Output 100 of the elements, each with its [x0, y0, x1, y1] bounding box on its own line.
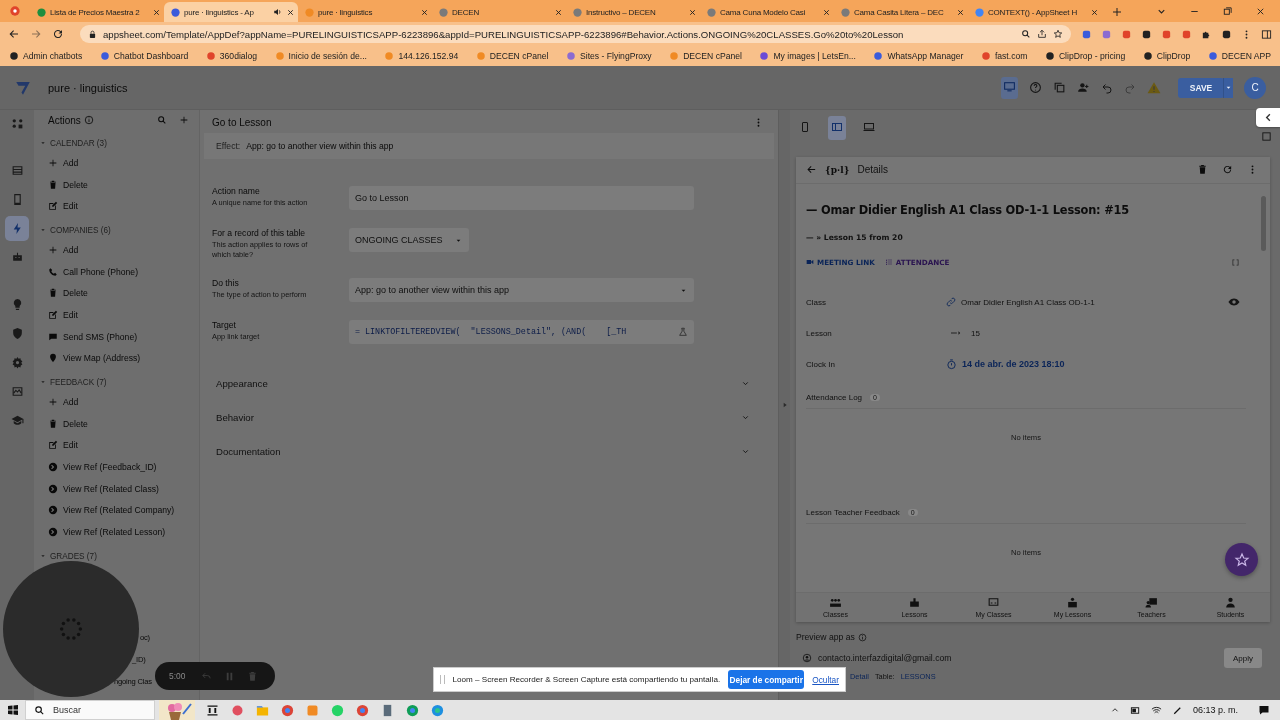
bookmark[interactable]: DECEN cPanel: [664, 47, 747, 65]
screen-icon[interactable]: [1003, 79, 1016, 93]
action-item[interactable]: View Ref (Related Class): [34, 477, 199, 500]
group-header[interactable]: CALENDAR (3): [34, 134, 199, 152]
zoom-icon[interactable]: [1021, 29, 1031, 39]
forward-icon[interactable]: [30, 28, 42, 40]
close-icon[interactable]: [956, 7, 965, 17]
close-icon[interactable]: [554, 7, 563, 17]
search-icon[interactable]: [157, 115, 167, 125]
close-icon[interactable]: [152, 7, 161, 17]
notification-icon[interactable]: [1258, 704, 1270, 716]
browser-tab[interactable]: Cama Cuna Modelo Casi: [700, 2, 834, 22]
drag-handle[interactable]: [440, 675, 445, 684]
section-header[interactable]: Behavior: [214, 400, 764, 434]
bookmark[interactable]: fast.com: [975, 47, 1033, 65]
back-icon[interactable]: [8, 28, 20, 40]
bookmark[interactable]: 144.126.152.94: [379, 47, 464, 65]
stop-sharing-button[interactable]: Dejar de compartir: [728, 670, 805, 689]
bookmark[interactable]: 360dialog: [200, 47, 263, 65]
new-tab-icon[interactable]: [1111, 6, 1123, 18]
expression-field[interactable]: = LINKTOFILTEREDVIEW( "LESSONS_Detail", (AND( [_TH: [349, 320, 694, 344]
action-item[interactable]: Call Phone (Phone): [34, 260, 199, 283]
apply-button[interactable]: Apply: [1224, 648, 1262, 668]
clock[interactable]: 06:13 p. m.: [1192, 705, 1238, 715]
hide-link[interactable]: Ocultar: [812, 674, 839, 685]
sidebar-icon[interactable]: [1261, 28, 1272, 40]
flask-icon[interactable]: [678, 327, 688, 337]
action-item[interactable]: Delete: [34, 173, 199, 196]
avatar[interactable]: C: [1244, 76, 1266, 99]
browser-tab[interactable]: DECEN: [432, 2, 566, 22]
action-item[interactable]: View Ref (Related Lesson): [34, 521, 199, 543]
wifi-icon[interactable]: [1150, 704, 1162, 716]
bookmark[interactable]: WhatsApp Manager: [868, 47, 969, 65]
bookmark[interactable]: ClipDrop - pricing: [1039, 47, 1131, 65]
text-field[interactable]: Go to Lesson: [349, 186, 694, 210]
taskbar-search-field[interactable]: Buscar: [25, 700, 155, 720]
extension-icon[interactable]: [1141, 28, 1152, 40]
help-icon[interactable]: [1029, 81, 1042, 94]
redo-icon[interactable]: [1124, 81, 1136, 94]
section-header[interactable]: Documentation: [214, 434, 764, 468]
browser-tab[interactable]: Instructivo – DECEN: [566, 2, 700, 22]
scrollbar-thumb[interactable]: [1261, 195, 1266, 251]
expand-icon[interactable]: [1231, 257, 1240, 267]
windows-icon[interactable]: [6, 704, 19, 716]
close-icon[interactable]: [688, 7, 697, 17]
action-item[interactable]: Send SMS (Phone): [34, 325, 199, 348]
reload-icon[interactable]: [52, 28, 64, 40]
browser-tab[interactable]: pure · linguistics - Ap: [164, 2, 298, 22]
collapse-button[interactable]: [1256, 108, 1280, 127]
export-icon[interactable]: [1261, 131, 1272, 142]
action-item[interactable]: Delete: [34, 412, 199, 435]
share-user-icon[interactable]: [1077, 81, 1090, 94]
back-icon[interactable]: [806, 164, 817, 176]
browser-tab[interactable]: Cama Casita Litera – DEC: [834, 2, 968, 22]
bookmark[interactable]: My images | LetsEn...: [754, 47, 861, 65]
star-icon[interactable]: [1053, 29, 1063, 39]
copy-icon[interactable]: [1053, 81, 1066, 94]
group-header[interactable]: GRADES (7): [34, 547, 199, 565]
browser-tab[interactable]: Lista de Precios Maestra 2: [30, 2, 164, 22]
action-item[interactable]: Delete: [34, 282, 199, 305]
trash-icon[interactable]: [1197, 164, 1208, 176]
bookmark[interactable]: Sites - FlyingProxy: [561, 47, 657, 65]
nav-item[interactable]: [5, 216, 29, 241]
action-item[interactable]: Add: [34, 391, 199, 413]
bookmark[interactable]: DECEN APP: [1202, 47, 1276, 65]
group-header[interactable]: FEEDBACK (7): [34, 373, 199, 392]
extension-icon[interactable]: [1221, 28, 1232, 40]
close-icon[interactable]: [1090, 7, 1099, 17]
action-dropdown[interactable]: App: go to another view within this app: [349, 278, 694, 302]
save-menu-button[interactable]: [1223, 77, 1233, 98]
action-item[interactable]: View Ref (Feedback_ID): [34, 456, 199, 478]
action-item[interactable]: Edit: [34, 195, 199, 218]
bookmark[interactable]: DECEN cPanel: [470, 47, 554, 65]
action-item[interactable]: View Map (Address): [34, 347, 199, 370]
action-item[interactable]: Add: [34, 152, 199, 174]
bookmark[interactable]: ClipDrop: [1137, 47, 1196, 65]
close-icon[interactable]: [286, 7, 295, 17]
record-icon[interactable]: [8, 4, 22, 18]
share-icon[interactable]: [1037, 29, 1047, 39]
undo-icon[interactable]: [1101, 81, 1113, 94]
bookmark[interactable]: Chatbot Dashboard: [94, 47, 194, 65]
browser-tab[interactable]: CONTEXT() - AppSheet H: [968, 2, 1102, 22]
action-item[interactable]: Edit: [34, 304, 199, 326]
section-header[interactable]: Appearance: [214, 366, 764, 400]
action-item[interactable]: Edit: [34, 434, 199, 457]
table-dropdown[interactable]: ONGOING CLASSES: [349, 228, 469, 252]
refresh-icon[interactable]: [1222, 164, 1233, 176]
action-item[interactable]: View Ref (Related Company): [34, 499, 199, 522]
bookmark[interactable]: Admin chatbots: [4, 47, 88, 65]
address-bar[interactable]: appsheet.com/Template/AppDef?appName=PURELINGUISTICSAPP-6223896&appId=PURELINGUISTICSAPP-6223896#Behavior.Actions.ONGOING%20CLASSES.Go%20to%20Lesson: [80, 25, 1071, 43]
group-header[interactable]: COMPANIES (6): [34, 221, 199, 240]
close-icon[interactable]: [822, 7, 831, 17]
restore-icon[interactable]: [1222, 5, 1233, 17]
close-icon[interactable]: [420, 7, 429, 17]
bookmark[interactable]: Inicio de sesión de...: [269, 47, 372, 65]
action-item[interactable]: Add: [34, 239, 199, 261]
favorite-button[interactable]: [1225, 543, 1258, 576]
save-button[interactable]: SAVE: [1178, 77, 1224, 98]
battery-icon[interactable]: [1129, 704, 1141, 716]
browser-tab[interactable]: pure · linguistics: [298, 2, 432, 22]
